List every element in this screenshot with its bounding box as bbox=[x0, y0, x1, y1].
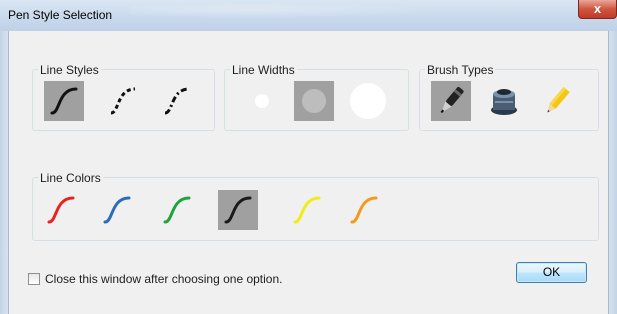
brush-types-group: Brush Types bbox=[419, 63, 599, 131]
black-stroke-icon bbox=[224, 196, 252, 224]
marker-pen-icon bbox=[440, 86, 464, 114]
line-widths-label: Line Widths bbox=[230, 63, 297, 77]
window-title: Pen Style Selection bbox=[8, 8, 113, 22]
orange-stroke-icon bbox=[350, 196, 378, 224]
line-style-dashdot-option[interactable] bbox=[157, 81, 197, 121]
line-color-blue-option[interactable] bbox=[97, 190, 137, 230]
close-after-choose-checkbox[interactable] bbox=[28, 273, 40, 285]
line-style-dashed-option[interactable] bbox=[103, 81, 143, 121]
dashed-line-icon bbox=[110, 87, 136, 115]
close-button[interactable]: x bbox=[578, 0, 617, 19]
ok-button[interactable]: OK bbox=[516, 262, 587, 283]
medium-dot-icon bbox=[302, 89, 326, 113]
title-bar-reflection bbox=[130, 2, 430, 18]
line-color-green-option[interactable] bbox=[157, 190, 197, 230]
line-colors-group: Line Colors bbox=[32, 171, 599, 241]
close-after-choose-row[interactable]: Close this window after choosing one opt… bbox=[28, 272, 282, 286]
title-bar[interactable]: Pen Style Selection x bbox=[0, 0, 617, 31]
line-color-orange-option[interactable] bbox=[344, 190, 384, 230]
solid-line-icon bbox=[50, 87, 78, 115]
window-frame-right bbox=[609, 31, 617, 314]
pencil-icon bbox=[547, 86, 570, 113]
ink-stamp-icon bbox=[491, 89, 517, 115]
brush-type-pencil-option[interactable] bbox=[537, 81, 577, 121]
brush-type-ink-option[interactable] bbox=[484, 81, 524, 121]
close-icon: x bbox=[593, 1, 602, 16]
line-style-solid-option[interactable] bbox=[44, 81, 84, 121]
window-frame-left bbox=[0, 31, 8, 314]
thick-dot-icon bbox=[350, 83, 386, 119]
brush-types-label: Brush Types bbox=[425, 63, 496, 77]
line-styles-label: Line Styles bbox=[38, 63, 101, 77]
line-width-thin-option[interactable] bbox=[242, 81, 282, 121]
brush-type-marker-option[interactable] bbox=[431, 81, 471, 121]
line-color-black-option[interactable] bbox=[218, 190, 258, 230]
line-color-red-option[interactable] bbox=[41, 190, 81, 230]
green-stroke-icon bbox=[163, 196, 191, 224]
thin-dot-icon bbox=[255, 94, 269, 108]
red-stroke-icon bbox=[47, 196, 75, 224]
line-width-thick-option[interactable] bbox=[348, 81, 388, 121]
dash-dot-line-icon bbox=[164, 87, 190, 115]
line-styles-group: Line Styles bbox=[32, 63, 215, 131]
line-color-yellow-option[interactable] bbox=[287, 190, 327, 230]
blue-stroke-icon bbox=[103, 196, 131, 224]
line-colors-label: Line Colors bbox=[38, 171, 103, 185]
close-after-choose-label: Close this window after choosing one opt… bbox=[45, 272, 283, 286]
line-widths-group: Line Widths bbox=[224, 63, 409, 131]
yellow-stroke-icon bbox=[293, 196, 321, 224]
line-width-medium-option[interactable] bbox=[294, 81, 334, 121]
